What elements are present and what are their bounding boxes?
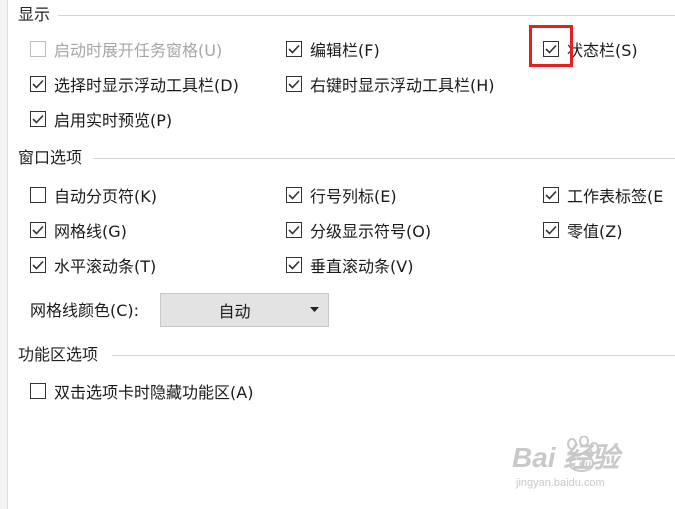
section-divider-ribbon (112, 355, 675, 356)
section-title-display: 显示 (18, 5, 51, 24)
option-label: 垂直滚动条(V) (310, 257, 414, 276)
option-double-click-hide-ribbon[interactable]: 双击选项卡时隐藏功能区(A) (30, 379, 253, 403)
option-gridlines[interactable]: 网格线(G) (30, 218, 127, 242)
checkmark-icon (32, 79, 44, 89)
option-page-breaks[interactable]: 自动分页符(K) (30, 183, 157, 207)
baidu-jingyan-watermark: Bai 经验 du jingyan.baidu.com (512, 436, 662, 496)
checkmark-icon (288, 190, 300, 200)
option-label: 状态栏(S) (567, 41, 638, 60)
option-label: 双击选项卡时隐藏功能区(A) (54, 383, 254, 402)
option-row-column-headers[interactable]: 行号列标(E) (286, 183, 397, 207)
option-label: 启动时展开任务窗格(U) (54, 41, 223, 60)
option-vertical-scrollbar[interactable]: 垂直滚动条(V) (286, 253, 413, 277)
checkmark-icon (288, 260, 300, 270)
checkbox[interactable] (30, 41, 46, 57)
option-formula-bar[interactable]: 编辑栏(F) (286, 37, 380, 61)
dropdown-arrow-icon[interactable] (300, 307, 328, 313)
gridline-color-dropdown[interactable]: 自动 (160, 293, 329, 327)
checkmark-icon (288, 225, 300, 235)
option-label: 零值(Z) (567, 222, 623, 241)
checkmark-icon (545, 225, 557, 235)
checkbox[interactable] (286, 76, 302, 92)
checkbox[interactable] (543, 222, 559, 238)
checkbox[interactable] (30, 111, 46, 127)
option-sheet-tabs[interactable]: 工作表标签(E (543, 183, 663, 207)
checkbox[interactable] (286, 41, 302, 57)
checkbox[interactable] (30, 76, 46, 92)
dropdown-value: 自动 (218, 302, 251, 321)
option-zero-values[interactable]: 零值(Z) (543, 218, 622, 242)
checkbox[interactable] (286, 257, 302, 273)
section-divider-display (58, 15, 675, 16)
option-outline-symbols[interactable]: 分级显示符号(O) (286, 218, 431, 242)
window-left-edge (0, 0, 8, 509)
option-label: 水平滚动条(T) (54, 257, 157, 276)
option-live-preview[interactable]: 启用实时预览(P) (30, 107, 172, 131)
section-divider-window (93, 158, 675, 159)
svg-text:du: du (579, 459, 591, 470)
gridline-color-label: 网格线颜色(C): (30, 301, 140, 320)
option-label: 工作表标签(E (567, 187, 664, 206)
checkbox[interactable] (30, 187, 46, 203)
watermark-url: jingyan.baidu.com (516, 477, 605, 489)
checkbox[interactable] (286, 222, 302, 238)
checkbox[interactable] (286, 187, 302, 203)
option-horizontal-scrollbar[interactable]: 水平滚动条(T) (30, 253, 156, 277)
paw-logo-icon: du (567, 436, 599, 472)
option-show-task-pane[interactable]: 启动时展开任务窗格(U) (30, 37, 222, 61)
checkmark-icon (288, 79, 300, 89)
highlight-annotation-box (529, 25, 573, 67)
option-label: 右键时显示浮动工具栏(H) (310, 76, 495, 95)
option-label: 启用实时预览(P) (54, 111, 173, 130)
checkmark-icon (32, 225, 44, 235)
option-label: 行号列标(E) (310, 187, 397, 206)
option-label: 自动分页符(K) (54, 187, 157, 206)
checkbox[interactable] (543, 187, 559, 203)
checkmark-icon (545, 190, 557, 200)
checkbox[interactable] (30, 257, 46, 273)
section-title-window: 窗口选项 (18, 148, 83, 167)
option-mini-toolbar-on-right-click[interactable]: 右键时显示浮动工具栏(H) (286, 72, 495, 96)
option-label: 编辑栏(F) (310, 41, 380, 60)
option-mini-toolbar-on-select[interactable]: 选择时显示浮动工具栏(D) (30, 72, 239, 96)
section-title-ribbon: 功能区选项 (18, 345, 99, 364)
option-label: 网格线(G) (54, 222, 127, 241)
option-label: 分级显示符号(O) (310, 222, 432, 241)
option-label: 选择时显示浮动工具栏(D) (54, 76, 239, 95)
checkmark-icon (288, 44, 300, 54)
checkbox[interactable] (30, 222, 46, 238)
checkmark-icon (32, 114, 44, 124)
checkbox[interactable] (30, 383, 46, 399)
checkmark-icon (32, 260, 44, 270)
